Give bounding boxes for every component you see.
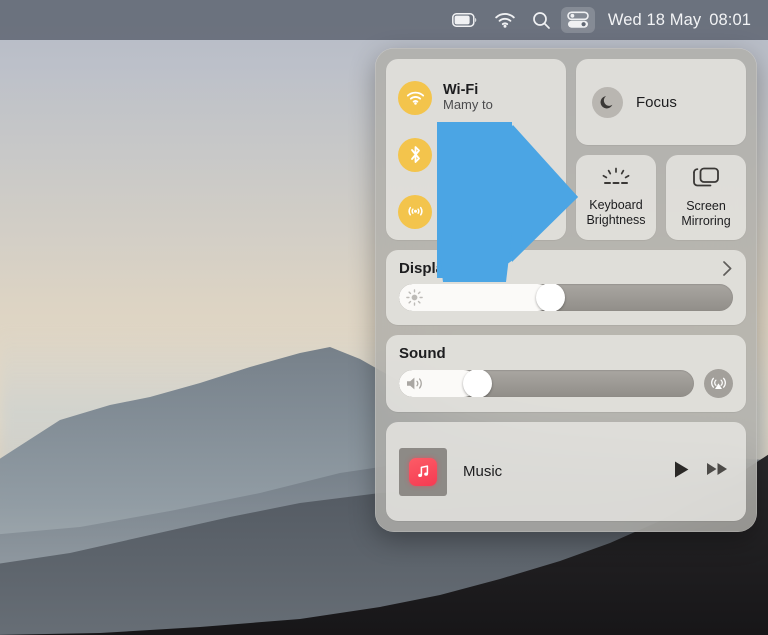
display-slider-row xyxy=(399,284,733,311)
display-header[interactable]: Display xyxy=(399,260,733,277)
airdrop-title: AirDrop xyxy=(443,196,525,212)
chevron-right-icon[interactable] xyxy=(722,260,733,277)
control-center-panel: Wi-Fi Mamy to Bluetooth On xyxy=(375,48,757,532)
display-slider-knob[interactable] xyxy=(536,284,565,311)
bluetooth-text: Bluetooth On xyxy=(443,139,511,170)
music-album-art xyxy=(399,448,447,496)
control-center-top-row: Wi-Fi Mamy to Bluetooth On xyxy=(386,59,746,240)
control-center-icon[interactable] xyxy=(561,7,595,33)
keyboard-brightness-tile[interactable]: Keyboard Brightness xyxy=(576,155,656,240)
display-slider[interactable] xyxy=(399,284,733,311)
screen-mirroring-label-line1: Screen xyxy=(686,199,726,213)
control-center-right-column: Focus xyxy=(576,59,746,240)
focus-module[interactable]: Focus xyxy=(576,59,746,145)
music-module: Music xyxy=(386,422,746,521)
keyboard-brightness-label-line2: Brightness xyxy=(586,213,645,227)
airdrop-row[interactable]: AirDrop Contacts Only xyxy=(386,186,566,238)
display-module: Display xyxy=(386,250,746,325)
keyboard-brightness-icon xyxy=(599,167,633,189)
music-controls xyxy=(673,460,730,484)
menubar-time[interactable]: 08:01 xyxy=(706,11,754,30)
airdrop-icon[interactable] xyxy=(398,195,432,229)
music-app-icon xyxy=(409,458,437,486)
focus-label: Focus xyxy=(636,94,677,111)
moon-icon xyxy=(592,87,623,118)
music-title: Music xyxy=(463,463,657,480)
airdrop-text: AirDrop Contacts Only xyxy=(443,196,525,227)
speaker-icon xyxy=(406,376,425,391)
tile-row: Keyboard Brightness Screen Mirroring xyxy=(576,155,746,240)
wifi-row[interactable]: Wi-Fi Mamy to xyxy=(386,72,566,124)
airdrop-status: Contacts Only xyxy=(443,212,525,227)
sound-slider[interactable] xyxy=(399,370,694,397)
brightness-icon xyxy=(406,289,423,306)
menu-bar: Wed 18 May 08:01 xyxy=(0,0,768,40)
display-slider-fill xyxy=(399,284,551,311)
search-icon[interactable] xyxy=(526,7,557,33)
wifi-text: Wi-Fi Mamy to xyxy=(443,82,493,113)
sound-title: Sound xyxy=(399,345,446,362)
battery-icon[interactable] xyxy=(446,7,484,33)
play-icon[interactable] xyxy=(673,460,690,484)
airplay-audio-icon[interactable] xyxy=(704,369,733,398)
wifi-status: Mamy to xyxy=(443,98,493,113)
bluetooth-row[interactable]: Bluetooth On xyxy=(386,129,566,181)
wifi-icon[interactable] xyxy=(488,7,522,33)
screen-mirroring-label-line2: Mirroring xyxy=(681,214,730,228)
screen-mirroring-tile[interactable]: Screen Mirroring xyxy=(666,155,746,240)
sound-header: Sound xyxy=(399,345,733,362)
screen-mirroring-icon xyxy=(691,166,721,190)
keyboard-brightness-label: Keyboard Brightness xyxy=(586,198,645,228)
sound-slider-knob[interactable] xyxy=(463,370,492,397)
display-title: Display xyxy=(399,260,452,277)
bluetooth-icon[interactable] xyxy=(398,138,432,172)
screen: Wed 18 May 08:01 xyxy=(0,0,768,635)
fast-forward-icon[interactable] xyxy=(706,461,730,482)
bluetooth-title: Bluetooth xyxy=(443,139,511,155)
bluetooth-status: On xyxy=(443,155,511,170)
wifi-icon[interactable] xyxy=(398,81,432,115)
wifi-title: Wi-Fi xyxy=(443,82,493,98)
screen-mirroring-label: Screen Mirroring xyxy=(681,199,730,229)
menubar-date[interactable]: Wed 18 May xyxy=(605,11,704,30)
keyboard-brightness-label-line1: Keyboard xyxy=(589,198,643,212)
sound-module: Sound xyxy=(386,335,746,412)
connectivity-module: Wi-Fi Mamy to Bluetooth On xyxy=(386,59,566,240)
sound-slider-row xyxy=(399,369,733,398)
